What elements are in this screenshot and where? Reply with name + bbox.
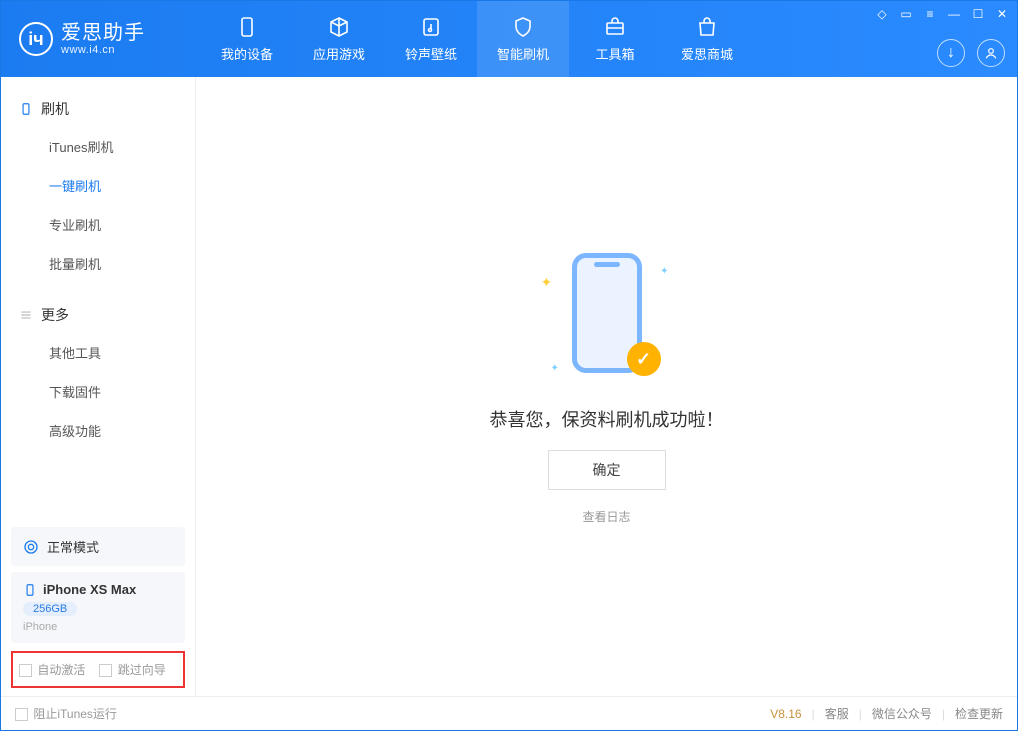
download-icon[interactable]: ↓ xyxy=(937,39,965,67)
sidebar-item-pro[interactable]: 专业刷机 xyxy=(1,205,195,244)
view-log-link[interactable]: 查看日志 xyxy=(582,508,630,525)
minimize-icon[interactable]: — xyxy=(947,7,961,21)
sparkle-icon: ✦ xyxy=(551,363,559,374)
sidebar-item-advanced[interactable]: 高级功能 xyxy=(1,411,195,450)
bag-icon xyxy=(695,15,719,39)
footer: 阻止iTunes运行 V8.16 | 客服 | 微信公众号 | 检查更新 xyxy=(1,696,1017,730)
skin-icon[interactable]: ◇ xyxy=(875,7,889,21)
check-icon: ✓ xyxy=(627,342,661,376)
success-illustration: ✦ ✦ ✦ ✓ xyxy=(547,248,667,388)
sidebar-item-itunes[interactable]: iTunes刷机 xyxy=(1,127,195,166)
sidebar-item-batch[interactable]: 批量刷机 xyxy=(1,244,195,283)
main-tabs: 我的设备 应用游戏 铃声壁纸 智能刷机 工具箱 爱思商城 xyxy=(201,1,753,77)
body: 刷机 iTunes刷机 一键刷机 专业刷机 批量刷机 更多 其他工具 下载固件 … xyxy=(1,77,1017,696)
tab-flash[interactable]: 智能刷机 xyxy=(477,1,569,77)
tab-ring[interactable]: 铃声壁纸 xyxy=(385,1,477,77)
cube-icon xyxy=(327,15,351,39)
list-icon[interactable]: ≡ xyxy=(923,7,937,21)
device-capacity: 256GB xyxy=(23,602,77,616)
ok-button[interactable]: 确定 xyxy=(548,450,666,490)
maximize-icon[interactable]: ☐ xyxy=(971,7,985,21)
sidebar-item-onekey[interactable]: 一键刷机 xyxy=(1,166,195,205)
phone-small-icon xyxy=(19,102,33,116)
app-name: 爱思助手 xyxy=(61,22,145,44)
wechat-link[interactable]: 微信公众号 xyxy=(872,705,932,722)
list-small-icon xyxy=(19,308,33,322)
sparkle-icon: ✦ xyxy=(541,274,553,291)
options-row: 自动激活 跳过向导 xyxy=(11,651,185,688)
sidebar-section-flash: 刷机 xyxy=(1,91,195,127)
auto-activate-checkbox[interactable]: 自动激活 xyxy=(19,661,85,678)
device-icon xyxy=(23,583,37,597)
device-name: iPhone XS Max xyxy=(43,582,136,597)
version-label: V8.16 xyxy=(770,707,801,721)
update-link[interactable]: 检查更新 xyxy=(955,705,1003,722)
header-actions: ↓ xyxy=(937,39,1005,67)
sidebar-section-more: 更多 xyxy=(1,297,195,333)
tab-apps[interactable]: 应用游戏 xyxy=(293,1,385,77)
sparkle-icon: ✦ xyxy=(660,266,668,277)
menu-icon[interactable]: ▭ xyxy=(899,7,913,21)
toolbox-icon xyxy=(603,15,627,39)
sidebar-item-other[interactable]: 其他工具 xyxy=(1,333,195,372)
music-icon xyxy=(419,15,443,39)
app-window: iч 爱思助手 www.i4.cn 我的设备 应用游戏 铃声壁纸 智能刷机 xyxy=(0,0,1018,731)
cs-link[interactable]: 客服 xyxy=(825,705,849,722)
skip-guide-checkbox[interactable]: 跳过向导 xyxy=(99,661,165,678)
block-itunes-checkbox[interactable]: 阻止iTunes运行 xyxy=(15,705,117,722)
tab-store[interactable]: 爱思商城 xyxy=(661,1,753,77)
shield-icon xyxy=(511,15,535,39)
device-card[interactable]: iPhone XS Max 256GB iPhone xyxy=(11,572,185,643)
app-domain: www.i4.cn xyxy=(61,44,145,56)
header: iч 爱思助手 www.i4.cn 我的设备 应用游戏 铃声壁纸 智能刷机 xyxy=(1,1,1017,77)
mode-status: 正常模式 xyxy=(11,527,185,566)
close-icon[interactable]: ✕ xyxy=(995,7,1009,21)
sidebar-item-firmware[interactable]: 下载固件 xyxy=(1,372,195,411)
window-controls: ◇ ▭ ≡ — ☐ ✕ xyxy=(875,7,1009,21)
device-type: iPhone xyxy=(23,621,173,633)
sync-icon xyxy=(23,539,39,555)
main-content: ✦ ✦ ✦ ✓ 恭喜您，保资料刷机成功啦！ 确定 查看日志 xyxy=(196,77,1017,696)
tab-tools[interactable]: 工具箱 xyxy=(569,1,661,77)
phone-icon xyxy=(235,15,259,39)
logo-icon: iч xyxy=(19,22,53,56)
success-message: 恭喜您，保资料刷机成功啦！ xyxy=(490,406,724,432)
logo: iч 爱思助手 www.i4.cn xyxy=(1,22,201,56)
sidebar: 刷机 iTunes刷机 一键刷机 专业刷机 批量刷机 更多 其他工具 下载固件 … xyxy=(1,77,196,696)
tab-device[interactable]: 我的设备 xyxy=(201,1,293,77)
user-icon[interactable] xyxy=(977,39,1005,67)
